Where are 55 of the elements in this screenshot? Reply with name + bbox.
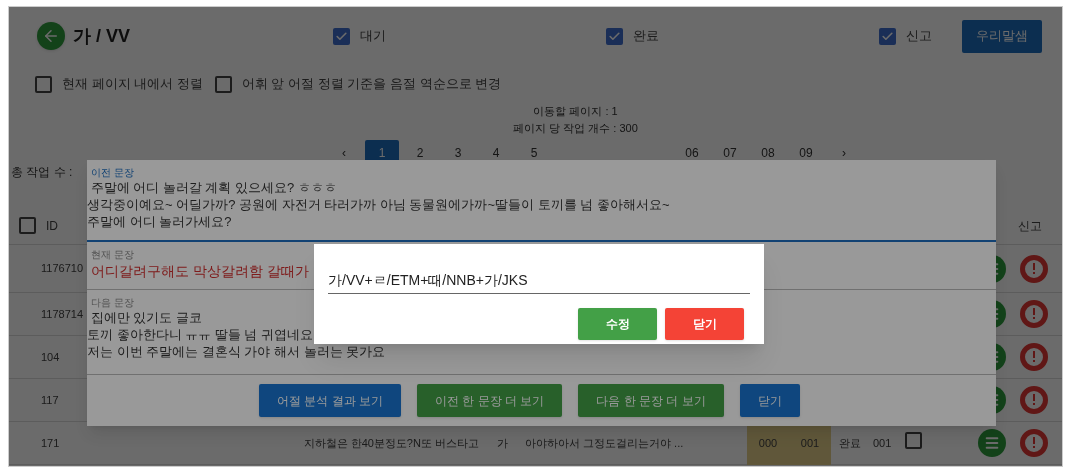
option-label: 현재 페이지 내에서 정렬 (62, 75, 203, 94)
back-button[interactable] (37, 22, 65, 50)
sentence-text: 집에만 있기도 글코 (89, 309, 202, 326)
table-cell-text: 아야하아서 그정도걸리는거야 ... (525, 435, 685, 451)
check-icon (881, 29, 894, 43)
id-cell-text: 171 (41, 435, 61, 451)
dialog-button[interactable]: 다음 한 문장 더 보기 (578, 384, 724, 417)
list-icon[interactable] (978, 429, 1006, 457)
filter-checkbox[interactable] (879, 27, 896, 45)
total-count-label: 총 작업 수 : (11, 164, 73, 181)
alert-icon[interactable] (1020, 254, 1048, 283)
alert-icon[interactable] (1020, 300, 1048, 328)
page-info-text: 이동할 페이지 : 1 (533, 104, 618, 119)
column-header: ID (46, 217, 58, 235)
alert-icon[interactable] (1020, 429, 1048, 457)
dialog-button[interactable]: 어절 분석 결과 보기 (259, 384, 401, 417)
select-all-checkbox[interactable] (19, 217, 36, 234)
table-cell-text: 지하철은 한40분정도?N또 버스타고 (302, 435, 479, 451)
modal-button[interactable]: 수정 (578, 308, 657, 340)
sentence-text: 주말에 어디 놀러갈 계획 있으세요? ㅎㅎㅎ (89, 179, 337, 196)
dialog-button[interactable]: 닫기 (739, 384, 800, 417)
alert-icon[interactable] (1020, 343, 1048, 371)
filter-label: 대기 (360, 27, 386, 46)
filter-label: 완료 (633, 27, 659, 46)
sentence-text: 생각중이예요~ 어딜가까? 공원에 자전거 타러가까 아님 동물원에가까~딸들이 토끼를 넘 좋아해서요~ (87, 196, 670, 213)
table-cell-text: 가 (497, 435, 509, 451)
sentence-text: 주말에 어디 놀러가세요? (87, 213, 232, 230)
section-label: 현재 문장 (90, 248, 134, 261)
analysis-input[interactable]: 가/VV+ㄹ/ETM+때/NNB+가/JKS (328, 268, 750, 294)
check-icon (608, 29, 621, 43)
option-checkbox[interactable] (214, 75, 232, 93)
alert-icon[interactable] (1020, 386, 1048, 414)
modal-button[interactable]: 닫기 (665, 308, 744, 340)
filter-checkbox[interactable] (606, 27, 623, 45)
table-cell-text: 001 (873, 435, 893, 451)
sentence-text: 토끼 좋아한다니 ㅠㅠ 딸들 넘 귀엽네요 (87, 326, 314, 343)
page-info-text: 페이지 당 작업 개수 : 300 (513, 121, 638, 136)
table-cell-text: 000 (757, 435, 779, 451)
sentence-text: 어디갈려구해도 막상갈려함 갈때가 (90, 262, 309, 281)
option-checkbox[interactable] (35, 75, 52, 93)
sentence-text: 저는 이번 주말에는 결혼식 가야 해서 놀러는 못가요 (87, 343, 386, 360)
row-checkbox[interactable] (905, 432, 922, 450)
option-label: 어휘 앞 어절 정렬 기준을 음절 역순으로 변경 (241, 75, 502, 94)
filter-checkbox[interactable] (333, 27, 350, 45)
page-title: 가 / VV (73, 24, 131, 48)
table-cell-text: 001 (799, 435, 821, 451)
table-cell-text: 완료 (839, 435, 862, 451)
section-label: 다음 문장 (90, 296, 134, 309)
check-icon (335, 29, 348, 43)
column-header: 신고 (1018, 217, 1042, 235)
dictionary-button[interactable]: 우리말샘 (962, 19, 1042, 53)
dialog-button[interactable]: 이전 한 문장 더 보기 (417, 384, 563, 417)
id-cell-text: 117 (41, 392, 60, 408)
filter-label: 신고 (906, 27, 932, 46)
section-label: 이전 문장 (90, 166, 134, 179)
